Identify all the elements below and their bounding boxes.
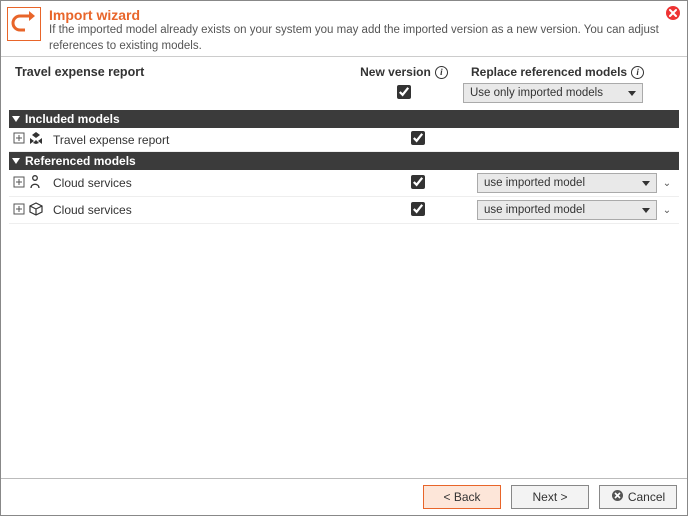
- replace-model-select[interactable]: use imported model: [477, 173, 657, 193]
- close-icon[interactable]: [665, 5, 681, 24]
- global-replace-select[interactable]: Use only imported models: [463, 83, 643, 103]
- report-name-label: Travel expense report: [15, 65, 349, 79]
- collapse-icon: [12, 158, 20, 164]
- wizard-footer: < Back Next > Cancel: [1, 478, 687, 515]
- new-version-header: New version: [360, 65, 431, 79]
- replace-models-header: Replace referenced models: [471, 65, 627, 79]
- select-value: use imported model: [484, 177, 585, 189]
- model-name: Cloud services: [53, 203, 363, 217]
- cancel-button[interactable]: Cancel: [599, 485, 677, 509]
- section-label: Included models: [25, 112, 120, 126]
- new-version-checkbox[interactable]: [411, 202, 425, 216]
- model-name: Travel expense report: [53, 133, 363, 147]
- info-icon[interactable]: i: [435, 66, 448, 79]
- select-value: Use only imported models: [470, 87, 603, 99]
- table-row: Cloud services use imported model ⌄: [9, 170, 679, 197]
- global-controls-row: Use only imported models: [1, 79, 687, 109]
- expand-icon[interactable]: [13, 132, 25, 147]
- cancel-icon: [611, 489, 624, 505]
- models-table: Included models Travel expense report Re…: [9, 109, 679, 478]
- info-icon[interactable]: i: [631, 66, 644, 79]
- actor-icon: [29, 175, 41, 192]
- new-version-checkbox[interactable]: [411, 175, 425, 189]
- new-version-checkbox[interactable]: [411, 131, 425, 145]
- chevron-down-icon[interactable]: ⌄: [661, 205, 673, 216]
- package-icon: [29, 202, 43, 219]
- included-models-section-header[interactable]: Included models: [9, 110, 679, 128]
- table-row: Travel expense report: [9, 128, 679, 152]
- collapse-icon: [12, 116, 20, 122]
- select-value: use imported model: [484, 204, 585, 216]
- model-name: Cloud services: [53, 176, 363, 190]
- referenced-models-section-header[interactable]: Referenced models: [9, 152, 679, 170]
- back-button[interactable]: < Back: [423, 485, 501, 509]
- process-icon: [29, 131, 43, 148]
- next-button[interactable]: Next >: [511, 485, 589, 509]
- column-headers: Travel expense report New version i Repl…: [1, 57, 687, 79]
- wizard-title: Import wizard: [49, 7, 659, 23]
- chevron-down-icon[interactable]: ⌄: [661, 178, 673, 189]
- import-wizard-dialog: Import wizard If the imported model alre…: [0, 0, 688, 516]
- expand-icon[interactable]: [13, 203, 25, 218]
- expand-icon[interactable]: [13, 176, 25, 191]
- wizard-description: If the imported model already exists on …: [49, 23, 659, 54]
- replace-model-select[interactable]: use imported model: [477, 200, 657, 220]
- section-label: Referenced models: [25, 154, 136, 168]
- global-new-version-checkbox[interactable]: [397, 85, 411, 99]
- wizard-header: Import wizard If the imported model alre…: [1, 1, 687, 57]
- table-row: Cloud services use imported model ⌄: [9, 197, 679, 224]
- import-icon: [7, 7, 41, 41]
